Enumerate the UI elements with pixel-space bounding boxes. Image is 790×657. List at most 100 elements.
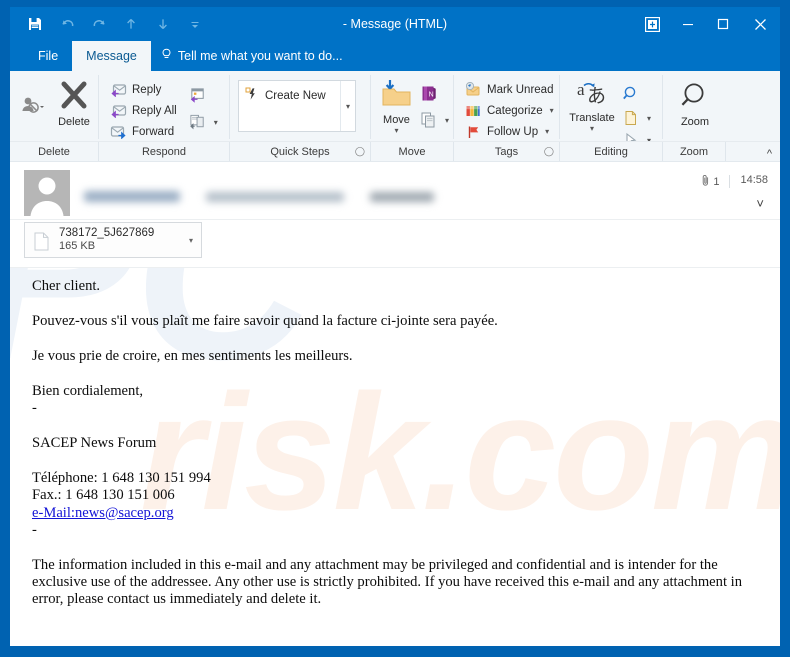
onenote-icon: N [420,86,438,102]
svg-text:a: a [577,80,585,99]
next-item-icon[interactable] [148,11,178,37]
save-icon[interactable] [20,11,50,37]
ribbon-display-options-icon[interactable] [635,7,670,41]
forward-button[interactable]: Forward [105,121,181,142]
create-new-label: Create New [265,89,326,102]
categorize-button[interactable]: Categorize ▾ [460,100,558,121]
find-button[interactable] [618,81,655,107]
mark-unread-button[interactable]: Mark Unread [460,79,558,100]
ignore-button[interactable] [16,77,48,120]
body-email-link[interactable]: e-Mail:news@sacep.org [32,505,764,522]
tell-me-label: Tell me what you want to do... [177,49,343,63]
follow-up-label: Follow Up [487,125,539,138]
quick-access-toolbar [10,11,210,37]
received-time: 14:58 [740,174,768,186]
move-caret-icon[interactable]: ▾ [394,127,398,135]
zoom-magnifier-icon [679,81,711,114]
follow-up-caret-icon: ▾ [545,127,550,136]
minimize-icon[interactable] [670,7,705,41]
maximize-icon[interactable] [705,7,740,41]
translate-label: Translate [569,112,615,124]
attachment-item[interactable]: 738172_5J627869 165 KB ▾ [24,222,202,258]
group-label-zoom: Zoom [663,142,726,161]
actions-button[interactable]: ▾ [416,107,453,133]
header-divider [729,175,731,188]
translate-icon: aあ [575,79,609,110]
ignore-icon [20,95,44,120]
body-request: Pouvez-vous s'il vous plaît me faire sav… [32,313,498,330]
undo-icon[interactable] [52,11,82,37]
body-phone: Téléphone: 1 648 130 151 994 [32,470,211,487]
meeting-icon [189,88,207,104]
quick-steps-dialog-launcher-icon[interactable]: ◯ [355,146,365,157]
quick-steps-dropdown-icon[interactable]: ▾ [340,81,355,131]
redo-icon[interactable] [84,11,114,37]
group-label-text: Move [398,145,426,158]
delete-button[interactable]: Delete [50,77,98,128]
group-label-text: Editing [594,145,628,158]
expand-header-chevron-icon[interactable]: ˅ [756,196,764,211]
title-bar: - Message (HTML) [10,7,780,41]
window-controls [635,7,780,41]
follow-up-button[interactable]: Follow Up ▾ [460,121,558,142]
outlook-message-window: - Message (HTML) File Message Tell me wh… [9,6,781,647]
reply-all-button[interactable]: Reply All [105,100,181,121]
body-separator-top: - [32,400,37,417]
collapse-ribbon-icon[interactable]: ^ [767,148,772,160]
onenote-button[interactable]: N [416,81,453,107]
group-label-respond: Respond [99,142,230,161]
message-header-meta: 1 14:58 [701,170,780,219]
body-contact-block: Téléphone: 1 648 130 151 994 Fax.: 1 648… [32,470,764,538]
tags-dialog-launcher-icon[interactable]: ◯ [544,146,554,157]
close-icon[interactable] [740,7,780,41]
body-closing: Bien cordialement, [32,383,144,400]
svg-text:あ: あ [587,86,606,107]
avatar [24,170,70,216]
paperclip-icon [701,174,710,190]
attachment-dropdown-icon[interactable]: ▾ [189,236,193,245]
move-folder-icon [379,79,413,112]
tab-message[interactable]: Message [72,41,151,71]
subject-redacted [370,191,434,202]
meeting-button[interactable] [185,83,222,109]
reply-label: Reply [132,83,162,96]
move-label: Move [383,114,410,126]
attachment-name: 738172_5J627869 [59,226,155,239]
previous-item-icon[interactable] [116,11,146,37]
translate-button[interactable]: aあ Translate ▾ [566,77,618,133]
move-button[interactable]: Move ▾ [377,77,416,135]
tell-me-search[interactable]: Tell me what you want to do... [151,41,353,71]
select-document-button[interactable]: ▾ [618,107,655,129]
message-header: 1 14:58 ˅ [10,162,780,220]
ribbon-group-labels: Delete Respond Quick Steps ◯ Move Tags ◯… [10,141,780,161]
body-disclaimer: The information included in this e-mail … [32,556,743,607]
more-respond-button[interactable]: ▾ [185,109,222,135]
translate-caret-icon[interactable]: ▾ [590,125,594,133]
message-body: Cher client. Pouvez-vous s'il vous plaît… [32,278,764,608]
actions-caret-icon: ▾ [444,115,449,125]
attachment-bar: 738172_5J627869 165 KB ▾ [10,220,780,268]
actions-icon [420,112,438,128]
group-label-delete: Delete [10,142,99,161]
group-label-text: Zoom [679,145,709,158]
reply-button[interactable]: Reply [105,79,181,100]
forward-label: Forward [132,125,175,138]
quick-step-create-new[interactable]: Create New [239,81,326,104]
body-greeting: Cher client. [32,278,101,294]
delete-x-icon [57,79,91,114]
quick-steps-gallery[interactable]: Create New ▾ [238,80,356,132]
tab-file[interactable]: File [24,41,72,71]
group-label-tags: Tags ◯ [454,142,560,161]
zoom-label: Zoom [680,116,710,128]
attachment-size: 165 KB [59,240,96,253]
mark-unread-label: Mark Unread [487,83,554,96]
body-fax: Fax.: 1 648 130 151 006 [32,487,175,504]
customize-quick-access-toolbar-icon[interactable] [180,11,210,37]
find-magnifier-icon [622,86,640,102]
categorize-caret-icon: ▾ [549,106,554,115]
categorize-icon [464,103,482,119]
attachment-count-label: 1 [713,176,720,188]
body-signature-org: SACEP News Forum [32,435,157,452]
zoom-button[interactable]: Zoom [669,77,721,128]
sender-name-redacted [84,191,180,202]
